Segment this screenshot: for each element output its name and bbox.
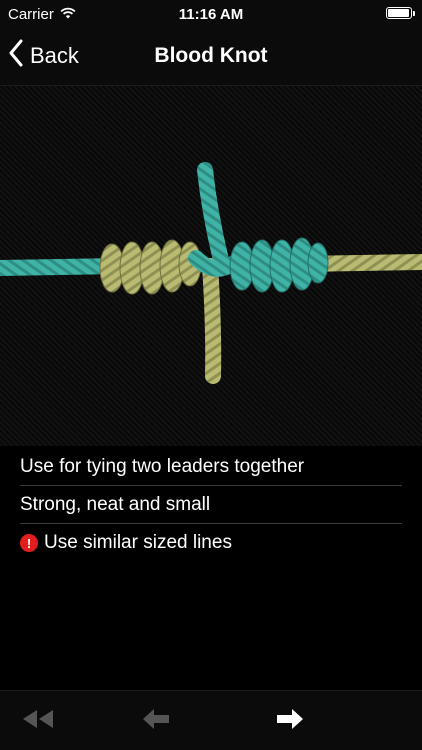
warning-icon: ! — [20, 534, 38, 552]
info-row-strength: Strong, neat and small — [20, 486, 402, 524]
battery-fill — [388, 9, 409, 17]
arrow-right-icon — [275, 708, 305, 735]
knot-info-list: Use for tying two leaders together Stron… — [0, 448, 422, 562]
next-knot-button[interactable] — [270, 705, 310, 737]
info-text: Use similar sized lines — [44, 532, 232, 553]
battery-icon — [386, 7, 415, 19]
previous-knot-button[interactable] — [136, 705, 176, 737]
info-row-use: Use for tying two leaders together — [20, 448, 402, 486]
rewind-icon — [21, 708, 55, 735]
first-knot-button[interactable] — [18, 705, 58, 737]
status-bar: Carrier 11:16 AM — [0, 0, 422, 28]
app-screen: Carrier 11:16 AM Back Blood Knot Use for… — [0, 0, 422, 750]
info-text: Use for tying two leaders together — [20, 455, 305, 477]
knot-illustration — [0, 86, 422, 446]
status-time: 11:16 AM — [178, 6, 244, 23]
info-text: Strong, neat and small — [20, 493, 211, 515]
arrow-left-icon — [141, 708, 171, 735]
battery-nub — [413, 11, 415, 16]
page-title: Blood Knot — [154, 44, 268, 67]
info-row-warning: ! Use similar sized lines — [20, 524, 402, 562]
knot-illustration-svg — [0, 162, 422, 384]
bottom-toolbar — [0, 690, 422, 750]
navigation-bar: Back Blood Knot — [0, 28, 422, 86]
